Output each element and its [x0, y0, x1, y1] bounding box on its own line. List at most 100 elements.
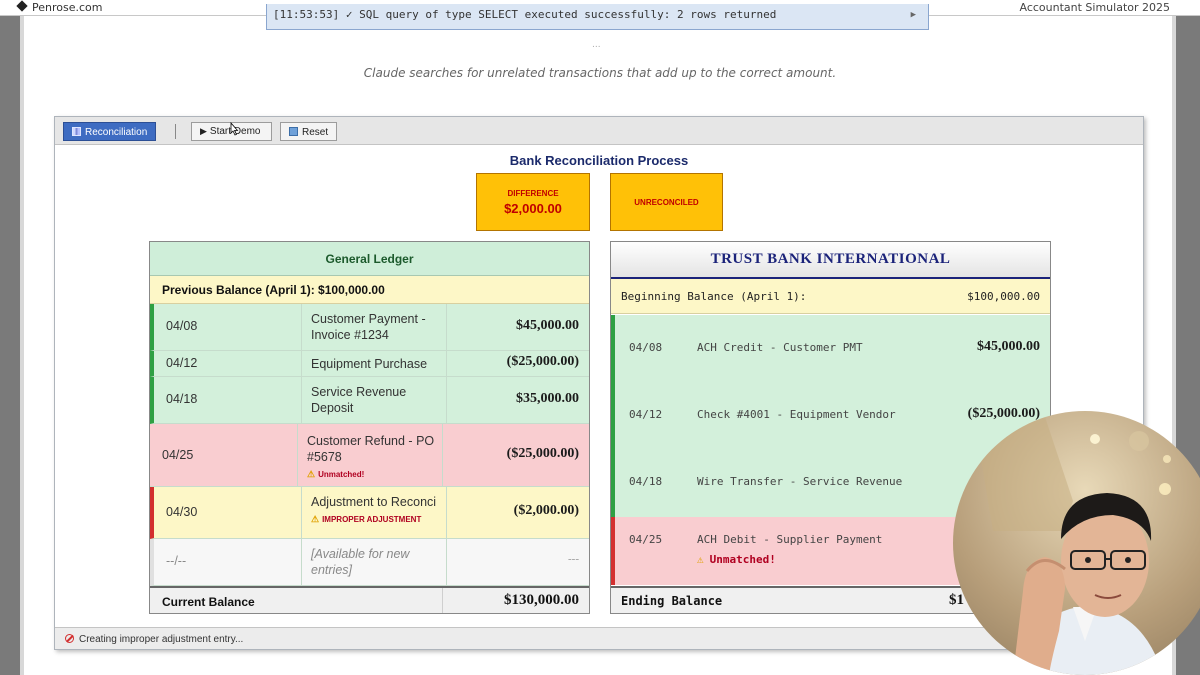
query-log-line: [11:53:53] ✓ SQL query of type SELECT ex…	[266, 4, 929, 30]
ledger-date: 04/08	[166, 319, 198, 333]
ledger-date: 04/30	[166, 505, 198, 519]
play-icon: ▶	[200, 126, 207, 136]
warning-icon: ⚠	[697, 553, 704, 566]
ledger-row[interactable]: 04/12 Equipment Purchase ($25,000.00)	[150, 351, 589, 377]
reconciliation-tab-button[interactable]: Reconciliation	[63, 122, 157, 141]
bank-description: Check #4001 - Equipment Vendor	[697, 408, 896, 421]
column-divider	[442, 424, 443, 486]
beginning-balance-value: $100,000.00	[967, 290, 1040, 303]
bank-date: 04/18	[629, 475, 663, 488]
column-divider	[446, 304, 447, 350]
status-box: UNRECONCILED	[610, 173, 723, 231]
ledger-amount: ($25,000.00)	[506, 446, 579, 461]
improper-warning: ⚠ IMPROPER ADJUSTMENT	[311, 514, 422, 524]
warning-text: Unmatched!	[318, 470, 365, 479]
left-gutter-edge	[20, 16, 24, 675]
ledger-description: Customer Refund - PO #5678	[307, 434, 435, 464]
ledger-amount: ($25,000.00)	[506, 354, 579, 369]
ledger-description: Equipment Purchase	[311, 357, 428, 371]
ledger-date: --/--	[166, 554, 187, 568]
expand-arrow-icon[interactable]: ▶	[911, 10, 916, 20]
warning-icon: ⚠	[311, 514, 320, 524]
ledger-date: 04/12	[166, 356, 198, 370]
status-bar: Creating improper adjustment entry...	[55, 627, 1143, 649]
status-label: UNRECONCILED	[634, 198, 699, 207]
ellipsis: ...	[592, 40, 601, 50]
diamond-icon	[16, 0, 28, 12]
column-divider	[301, 351, 302, 376]
ledger-row[interactable]: 04/08 Customer Payment - Invoice #1234 $…	[150, 304, 589, 351]
warning-icon: ⚠	[307, 469, 316, 479]
reset-label: Reset	[302, 127, 329, 138]
ledger-description: Customer Payment - Invoice #1234	[311, 312, 426, 342]
column-divider	[446, 539, 447, 585]
bank-unmatched-warning: ⚠ Unmatched!	[697, 553, 776, 566]
ledger-description: Adjustment to Reconci	[311, 495, 437, 509]
bank-amount: ($25,000.00)	[967, 406, 1040, 421]
bank-date: 04/08	[629, 341, 663, 354]
current-balance-label: Current Balance	[162, 595, 255, 609]
ledger-amount: ($2,000.00)	[513, 503, 579, 518]
bank-description: Wire Transfer - Service Revenue	[697, 475, 903, 488]
warning-text: Unmatched!	[709, 553, 776, 566]
toolbar-separator	[175, 124, 176, 139]
general-ledger-panel: General Ledger Previous Balance (April 1…	[149, 241, 590, 614]
column-divider	[446, 377, 447, 423]
column-divider	[446, 487, 447, 538]
bank-title: TRUST BANK INTERNATIONAL	[611, 242, 1050, 279]
chart-icon	[72, 127, 81, 136]
ledger-amount: $35,000.00	[516, 391, 579, 406]
ledger-description: [Available for new entries]	[311, 547, 410, 577]
ledger-footer: Current Balance $130,000.00	[150, 586, 589, 613]
ledger-row[interactable]: 04/18 Service Revenue Deposit $35,000.00	[150, 377, 589, 424]
ledger-amount: ---	[568, 553, 579, 565]
ledger-amount: $45,000.00	[516, 318, 579, 333]
column-divider	[446, 351, 447, 376]
ledger-previous-balance: Previous Balance (April 1): $100,000.00	[150, 276, 589, 304]
ledger-title: General Ledger	[150, 242, 589, 276]
ledger-row[interactable]: 04/25 Customer Refund - PO #5678 ⚠ Unmatc…	[150, 424, 589, 487]
bank-description: ACH Debit - Supplier Payment	[697, 533, 883, 546]
ledger-row-empty[interactable]: --/-- [Available for new entries] ---	[150, 539, 589, 586]
ledger-description: Service Revenue Deposit	[311, 385, 407, 415]
ledger-row[interactable]: 04/30 Adjustment to Reconci ⚠ IMPROPER AD…	[150, 487, 589, 539]
demo-caption: Claude searches for unrelated transactio…	[363, 66, 837, 80]
ledger-description-cell: Customer Refund - PO #5678 ⚠ Unmatched!	[307, 433, 438, 483]
toolbar: Reconciliation ▶ Start Demo Reset	[55, 117, 1143, 145]
bank-row[interactable]: 04/08 ACH Credit - Customer PMT $45,000.…	[611, 315, 1050, 382]
warning-text: IMPROPER ADJUSTMENT	[322, 515, 422, 524]
brand-label: Penrose.com	[32, 1, 103, 14]
difference-value: $2,000.00	[504, 201, 562, 216]
beginning-balance-label: Beginning Balance (April 1):	[621, 290, 807, 303]
app-title: Accountant Simulator 2025	[1019, 1, 1170, 14]
ending-balance-value: $1	[949, 592, 964, 608]
ending-balance-label: Ending Balance	[621, 594, 723, 608]
bank-beginning-balance: Beginning Balance (April 1): $100,000.00	[611, 279, 1050, 314]
ledger-date: 04/18	[166, 392, 198, 406]
bank-amount: $45,000.00	[977, 339, 1040, 354]
presenter-video	[973, 411, 1171, 675]
current-balance-value: $130,000.00	[504, 592, 579, 608]
reconciliation-label: Reconciliation	[85, 127, 148, 138]
column-divider	[301, 539, 302, 585]
process-title: Bank Reconciliation Process	[509, 153, 689, 168]
column-divider	[301, 487, 302, 538]
column-divider	[297, 424, 298, 486]
reset-icon	[289, 127, 298, 136]
site-brand: Penrose.com	[16, 0, 103, 14]
column-divider	[301, 304, 302, 350]
bank-date: 04/25	[629, 533, 663, 546]
log-text: [11:53:53] ✓ SQL query of type SELECT ex…	[273, 8, 777, 21]
reset-button[interactable]: Reset	[280, 122, 338, 141]
mouse-cursor-icon	[230, 122, 239, 136]
difference-label: DIFFERENCE	[507, 189, 559, 198]
status-text: Creating improper adjustment entry...	[79, 634, 244, 645]
column-divider	[442, 588, 443, 613]
bank-row[interactable]: 04/12 Check #4001 - Equipment Vendor ($2…	[611, 382, 1050, 449]
left-gutter	[0, 16, 20, 675]
ledger-description-cell: Adjustment to Reconci ⚠ IMPROPER ADJUSTME…	[311, 494, 442, 528]
unmatched-warning: ⚠ Unmatched!	[307, 469, 365, 479]
column-divider	[301, 377, 302, 423]
bank-date: 04/12	[629, 408, 663, 421]
difference-box: DIFFERENCE $2,000.00	[476, 173, 590, 231]
